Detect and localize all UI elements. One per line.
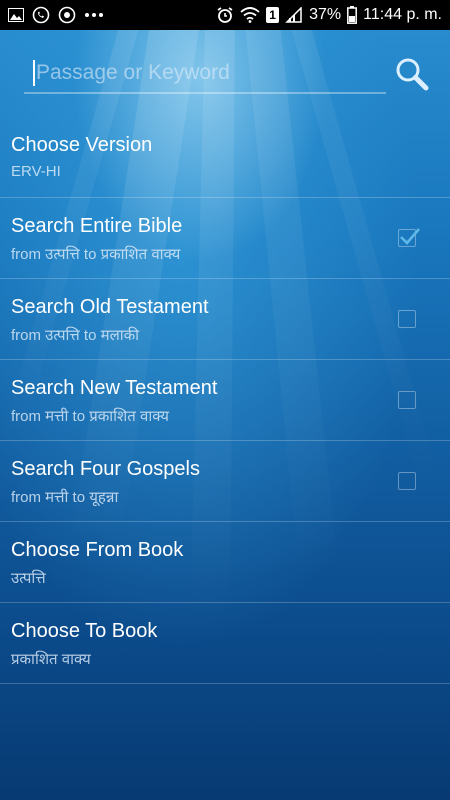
battery-icon [347, 6, 358, 24]
option-subtitle: from मत्ती to यूहन्ना [11, 489, 119, 506]
option-subtitle: from उत्पत्ति to मलाकी [11, 327, 140, 344]
signal-icon [285, 7, 303, 23]
option-subtitle: from उत्पत्ति to प्रकाशित वाक्य [11, 246, 181, 263]
checkbox-old-testament[interactable] [398, 310, 416, 328]
sim-icon: 1 [266, 7, 280, 23]
checkbox-entire-bible[interactable] [398, 228, 420, 247]
clock: 11:44 p. m. [363, 6, 442, 23]
more-icon [84, 12, 104, 18]
checkmark-icon [400, 228, 420, 245]
option-subtitle: ERV-HI [11, 163, 61, 180]
option-title: Search Old Testament [11, 296, 209, 318]
option-search-four-gospels[interactable]: Search Four Gospels from मत्ती to यूहन्न… [0, 441, 450, 522]
gallery-icon [8, 8, 24, 22]
chrome-icon [58, 6, 76, 24]
option-title: Search New Testament [11, 377, 218, 399]
wifi-icon [240, 7, 260, 23]
option-title: Search Entire Bible [11, 215, 183, 237]
search-icon [396, 58, 429, 91]
option-search-entire-bible[interactable]: Search Entire Bible from उत्पत्ति to प्र… [0, 198, 450, 279]
checkbox-new-testament[interactable] [398, 391, 416, 409]
option-choose-to-book[interactable]: Choose To Book प्रकाशित वाक्य [0, 603, 450, 684]
option-subtitle: from मत्ती to प्रकाशित वाक्य [11, 408, 169, 425]
search-bar [24, 52, 386, 94]
status-bar: 1 37% 11:44 p. m. [0, 0, 450, 30]
search-input[interactable] [34, 56, 378, 90]
search-options-list: Choose Version ERV-HI Search Entire Bibl… [0, 117, 450, 684]
checkbox-four-gospels[interactable] [398, 472, 416, 490]
whatsapp-icon [32, 6, 50, 24]
option-title: Choose To Book [11, 620, 158, 642]
option-subtitle: प्रकाशित वाक्य [11, 651, 91, 668]
option-choose-version[interactable]: Choose Version ERV-HI [0, 117, 450, 198]
option-search-old-testament[interactable]: Search Old Testament from उत्पत्ति to मल… [0, 279, 450, 360]
option-search-new-testament[interactable]: Search New Testament from मत्ती to प्रका… [0, 360, 450, 441]
battery-percent: 37% [309, 6, 342, 23]
option-title: Choose From Book [11, 539, 184, 561]
option-title: Choose Version [11, 134, 153, 156]
search-button[interactable] [394, 56, 430, 92]
option-title: Search Four Gospels [11, 458, 200, 480]
alarm-icon [216, 6, 234, 24]
option-choose-from-book[interactable]: Choose From Book उत्पत्ति [0, 522, 450, 603]
option-subtitle: उत्पत्ति [11, 570, 46, 587]
